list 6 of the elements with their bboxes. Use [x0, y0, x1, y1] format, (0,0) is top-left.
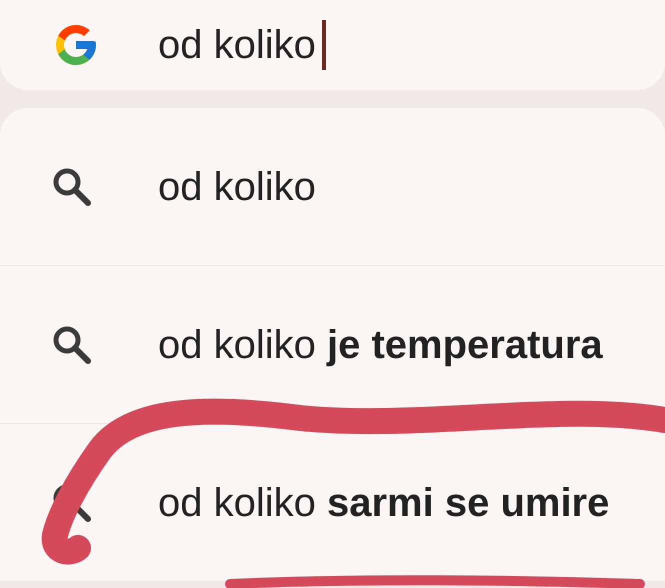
search-field[interactable]: od koliko [158, 20, 326, 70]
suggestion-item[interactable]: od koliko [0, 108, 665, 266]
suggestion-item[interactable]: od koliko sarmi se umire [0, 424, 665, 582]
text-cursor [322, 20, 326, 70]
search-bar[interactable]: od koliko [0, 0, 665, 90]
suggestion-item[interactable]: od koliko je temperatura [0, 266, 665, 424]
